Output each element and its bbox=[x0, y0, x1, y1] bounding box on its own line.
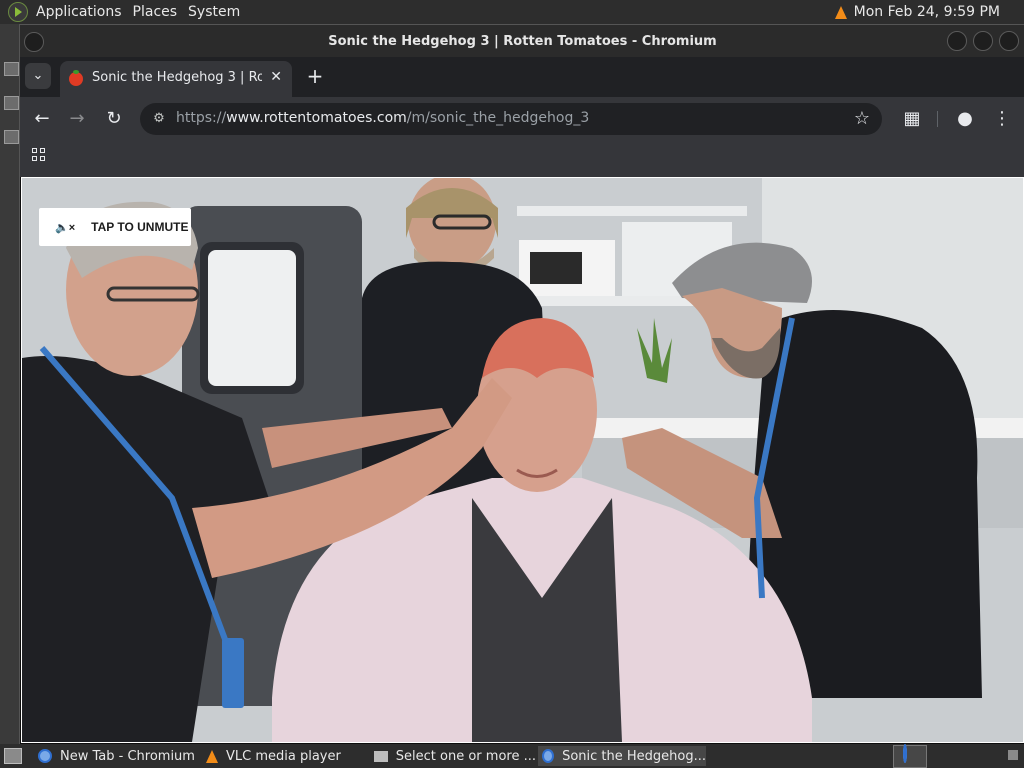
speaker-muted-icon: 🔈× bbox=[55, 221, 76, 234]
url-text[interactable]: https://www.rottentomatoes.com/m/sonic_t… bbox=[176, 110, 589, 126]
site-info-icon[interactable]: ⚙ bbox=[150, 110, 168, 128]
chromium-icon bbox=[903, 744, 907, 763]
new-tab-button[interactable]: + bbox=[302, 63, 328, 89]
tab-strip: ⌄ Sonic the Hedgehog 3 | Rotten Tomatoes… bbox=[20, 57, 1024, 97]
tray-chromium-button[interactable] bbox=[893, 744, 927, 768]
unmute-label: TAP TO UNMUTE bbox=[91, 220, 189, 234]
window-controls bbox=[947, 31, 1019, 51]
folder-icon[interactable] bbox=[4, 62, 19, 76]
tomato-icon bbox=[69, 70, 83, 86]
vlc-tray-icon[interactable] bbox=[834, 5, 847, 19]
desktop: Applications Places System Mon Feb 24, 9… bbox=[0, 0, 1024, 768]
applications-menu[interactable]: Applications bbox=[34, 4, 131, 20]
forward-button[interactable]: → bbox=[65, 107, 89, 131]
reload-icon: ↻ bbox=[106, 108, 122, 129]
chromium-icon bbox=[542, 749, 555, 763]
minimize-button[interactable] bbox=[947, 31, 967, 51]
close-tab-button[interactable]: ✕ bbox=[270, 69, 282, 85]
tab-title: Sonic the Hedgehog 3 | Rotten Tomatoes bbox=[92, 70, 262, 85]
taskbar-item-sonic[interactable]: Sonic the Hedgehog... bbox=[538, 746, 706, 766]
chevron-down-icon: ⌄ bbox=[32, 68, 44, 83]
url-path: /m/sonic_the_hedgehog_3 bbox=[406, 110, 590, 126]
maximize-button[interactable] bbox=[973, 31, 993, 51]
browser-toolbar: ← → ↻ ⚙ https://www.rottentomatoes.com/m… bbox=[20, 97, 1024, 141]
reload-button[interactable]: ↻ bbox=[102, 107, 126, 131]
arrow-left-icon: ← bbox=[34, 108, 50, 129]
url-scheme: https:// bbox=[176, 110, 227, 126]
chromium-window: Sonic the Hedgehog 3 | Rotten Tomatoes -… bbox=[19, 24, 1024, 746]
profile-button[interactable]: ● bbox=[953, 107, 977, 131]
show-desktop-icon[interactable] bbox=[4, 748, 22, 764]
panel-clock-area: Mon Feb 24, 9:59 PM bbox=[834, 4, 1000, 20]
close-window-button[interactable] bbox=[999, 31, 1019, 51]
menu-button[interactable]: ⋮ bbox=[990, 107, 1014, 131]
bottom-taskbar: New Tab - Chromium VLC media player Sele… bbox=[0, 744, 1024, 768]
distro-logo-icon[interactable] bbox=[8, 2, 28, 22]
apps-grid-icon[interactable] bbox=[32, 148, 46, 162]
system-menu[interactable]: System bbox=[186, 4, 249, 20]
window-titlebar[interactable]: Sonic the Hedgehog 3 | Rotten Tomatoes -… bbox=[20, 25, 1024, 57]
workspace-switcher-icon[interactable] bbox=[1008, 750, 1018, 760]
window-menu-button[interactable] bbox=[24, 32, 44, 52]
extensions-button[interactable]: ▦ bbox=[900, 107, 924, 131]
taskbar-item-label: Sonic the Hedgehog... bbox=[562, 748, 706, 764]
plus-icon: + bbox=[306, 64, 324, 88]
taskbar-item-file-dialog[interactable]: Select one or more ... bbox=[370, 746, 536, 766]
taskbar-item-label: New Tab - Chromium bbox=[60, 748, 195, 764]
vlc-icon bbox=[206, 749, 218, 763]
page-content: 🔈× TAP TO UNMUTE bbox=[20, 177, 1024, 745]
taskbar-item-label: VLC media player bbox=[226, 748, 341, 764]
bookmark-star-icon[interactable]: ☆ bbox=[854, 108, 870, 129]
bookmarks-bar bbox=[20, 141, 1024, 177]
places-menu[interactable]: Places bbox=[131, 4, 187, 20]
person-icon: ● bbox=[957, 108, 973, 129]
puzzle-icon: ▦ bbox=[903, 108, 921, 129]
dialog-icon bbox=[374, 750, 388, 762]
taskbar-item-vlc[interactable]: VLC media player bbox=[202, 746, 368, 766]
taskbar-item-label: Select one or more ... bbox=[395, 748, 536, 764]
video-player[interactable]: 🔈× TAP TO UNMUTE bbox=[21, 177, 1024, 743]
folder-icon[interactable] bbox=[4, 96, 19, 110]
tab-sonic[interactable]: Sonic the Hedgehog 3 | Rotten Tomatoes ✕ bbox=[60, 61, 292, 97]
tab-search-button[interactable]: ⌄ bbox=[25, 63, 51, 89]
back-button[interactable]: ← bbox=[30, 107, 54, 131]
arrow-right-icon: → bbox=[69, 108, 85, 129]
url-host: www.rottentomatoes.com bbox=[226, 110, 407, 126]
tap-to-unmute-button[interactable]: 🔈× TAP TO UNMUTE bbox=[39, 208, 191, 246]
toolbar-divider bbox=[937, 111, 938, 127]
video-frame bbox=[22, 178, 1023, 742]
taskbar-item-new-tab[interactable]: New Tab - Chromium bbox=[34, 746, 200, 766]
window-title: Sonic the Hedgehog 3 | Rotten Tomatoes -… bbox=[328, 33, 717, 49]
address-bar[interactable]: ⚙ https://www.rottentomatoes.com/m/sonic… bbox=[140, 103, 882, 135]
top-panel: Applications Places System Mon Feb 24, 9… bbox=[0, 0, 1024, 24]
clock[interactable]: Mon Feb 24, 9:59 PM bbox=[854, 4, 1000, 20]
folder-icon[interactable] bbox=[4, 130, 19, 144]
left-dock bbox=[0, 24, 20, 744]
kebab-menu-icon: ⋮ bbox=[993, 108, 1011, 129]
chromium-icon bbox=[38, 749, 52, 763]
